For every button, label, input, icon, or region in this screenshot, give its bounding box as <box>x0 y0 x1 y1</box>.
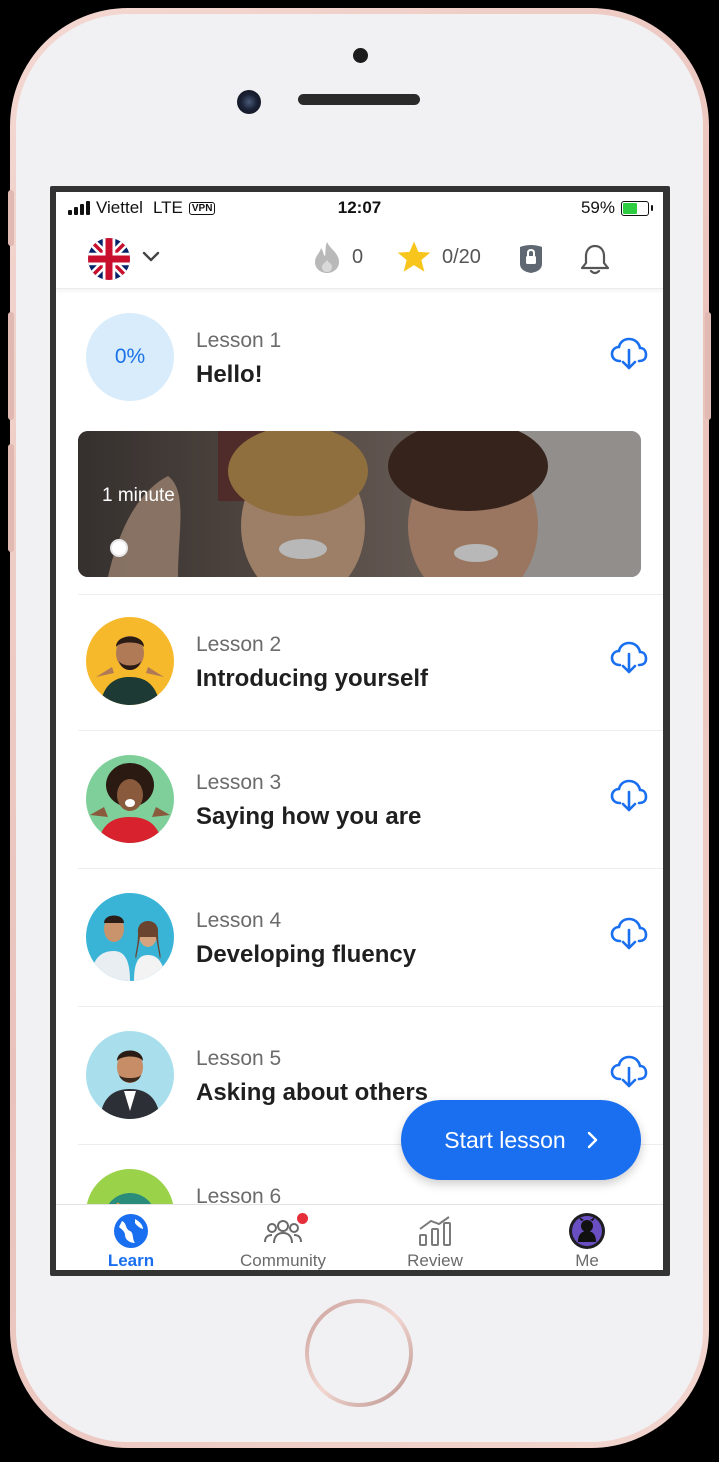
lesson-thumbnail <box>86 893 174 981</box>
star-icon <box>397 241 431 272</box>
tab-label: Learn <box>107 1251 155 1270</box>
streak-counter[interactable]: 0 <box>312 240 363 274</box>
lesson-thumbnail <box>86 617 174 705</box>
lesson-row-1[interactable]: 0% Lesson 1 Hello! <box>56 289 663 427</box>
lesson-row-2[interactable]: Lesson 2 Introducing yourself <box>56 593 663 731</box>
stars-count: 0/20 <box>442 245 481 268</box>
globe-icon <box>114 1214 148 1248</box>
stars-counter[interactable]: 0/20 <box>396 240 481 274</box>
tab-label: Me <box>575 1251 599 1270</box>
volume-up-button <box>8 312 14 420</box>
app-screen: Viettel LTE VPN 12:07 59% 0 0/20 0% Less… <box>56 192 663 1270</box>
volume-down-button <box>8 444 14 552</box>
lesson-title: Asking about others <box>196 1079 429 1106</box>
mute-switch <box>8 190 14 246</box>
lesson-duration: 1 minute <box>102 485 175 506</box>
lesson-row-3[interactable]: Lesson 3 Saying how you are <box>56 731 663 869</box>
avatar-icon <box>569 1213 605 1249</box>
lock-icon[interactable] <box>516 242 546 274</box>
download-cloud-icon[interactable] <box>610 779 648 813</box>
status-bar: Viettel LTE VPN 12:07 59% <box>56 192 663 224</box>
chevron-down-icon[interactable] <box>142 250 160 264</box>
download-cloud-icon[interactable] <box>610 337 648 371</box>
streak-count: 0 <box>352 245 364 268</box>
chevron-right-icon <box>587 1131 597 1149</box>
battery-percent: 59% <box>580 198 615 217</box>
tab-review[interactable]: Review <box>375 1211 495 1270</box>
start-lesson-label: Start lesson <box>444 1126 566 1153</box>
lesson-title: Introducing yourself <box>196 665 429 692</box>
download-cloud-icon[interactable] <box>610 1055 648 1089</box>
tab-learn[interactable]: Learn <box>71 1211 191 1270</box>
lesson-number: Lesson 2 <box>196 633 282 656</box>
bottom-tab-bar: Learn Community Review Me <box>56 1204 663 1270</box>
tab-community[interactable]: Community <box>223 1211 343 1270</box>
home-button[interactable] <box>305 1299 413 1407</box>
chart-icon <box>419 1216 451 1246</box>
clock: 12:07 <box>337 198 382 217</box>
bell-icon[interactable] <box>578 242 612 276</box>
progress-dot <box>110 539 128 557</box>
lesson-number: Lesson 1 <box>196 329 282 352</box>
lesson-title: Saying how you are <box>196 803 422 830</box>
download-cloud-icon[interactable] <box>610 917 648 951</box>
download-cloud-icon[interactable] <box>610 641 648 675</box>
lesson-title: Developing fluency <box>196 941 417 968</box>
lesson-progress-circle: 0% <box>86 313 174 401</box>
screen-bezel: Viettel LTE VPN 12:07 59% 0 0/20 0% Less… <box>50 186 670 1276</box>
uk-flag-icon[interactable] <box>88 238 130 280</box>
top-bar: 0 0/20 <box>56 224 663 289</box>
front-camera <box>237 90 261 114</box>
notification-badge <box>297 1213 308 1224</box>
tab-label: Community <box>240 1251 326 1270</box>
proximity-sensor <box>353 48 368 63</box>
lesson-preview-banner[interactable]: 1 minute <box>78 431 641 577</box>
lesson-number: Lesson 4 <box>196 909 282 932</box>
earpiece-speaker <box>298 94 420 105</box>
lesson-number: Lesson 3 <box>196 771 282 794</box>
lesson-number: Lesson 5 <box>196 1047 282 1070</box>
lesson-row-4[interactable]: Lesson 4 Developing fluency <box>56 869 663 1007</box>
battery-icon <box>621 200 653 216</box>
tab-label: Review <box>407 1251 463 1270</box>
power-button <box>705 312 711 420</box>
lesson-title: Hello! <box>196 361 263 388</box>
start-lesson-button[interactable]: Start lesson <box>401 1100 641 1180</box>
lesson-thumbnail <box>86 1031 174 1119</box>
flame-icon <box>315 242 339 273</box>
tab-me[interactable]: Me <box>527 1211 647 1270</box>
lesson-thumbnail <box>86 755 174 843</box>
